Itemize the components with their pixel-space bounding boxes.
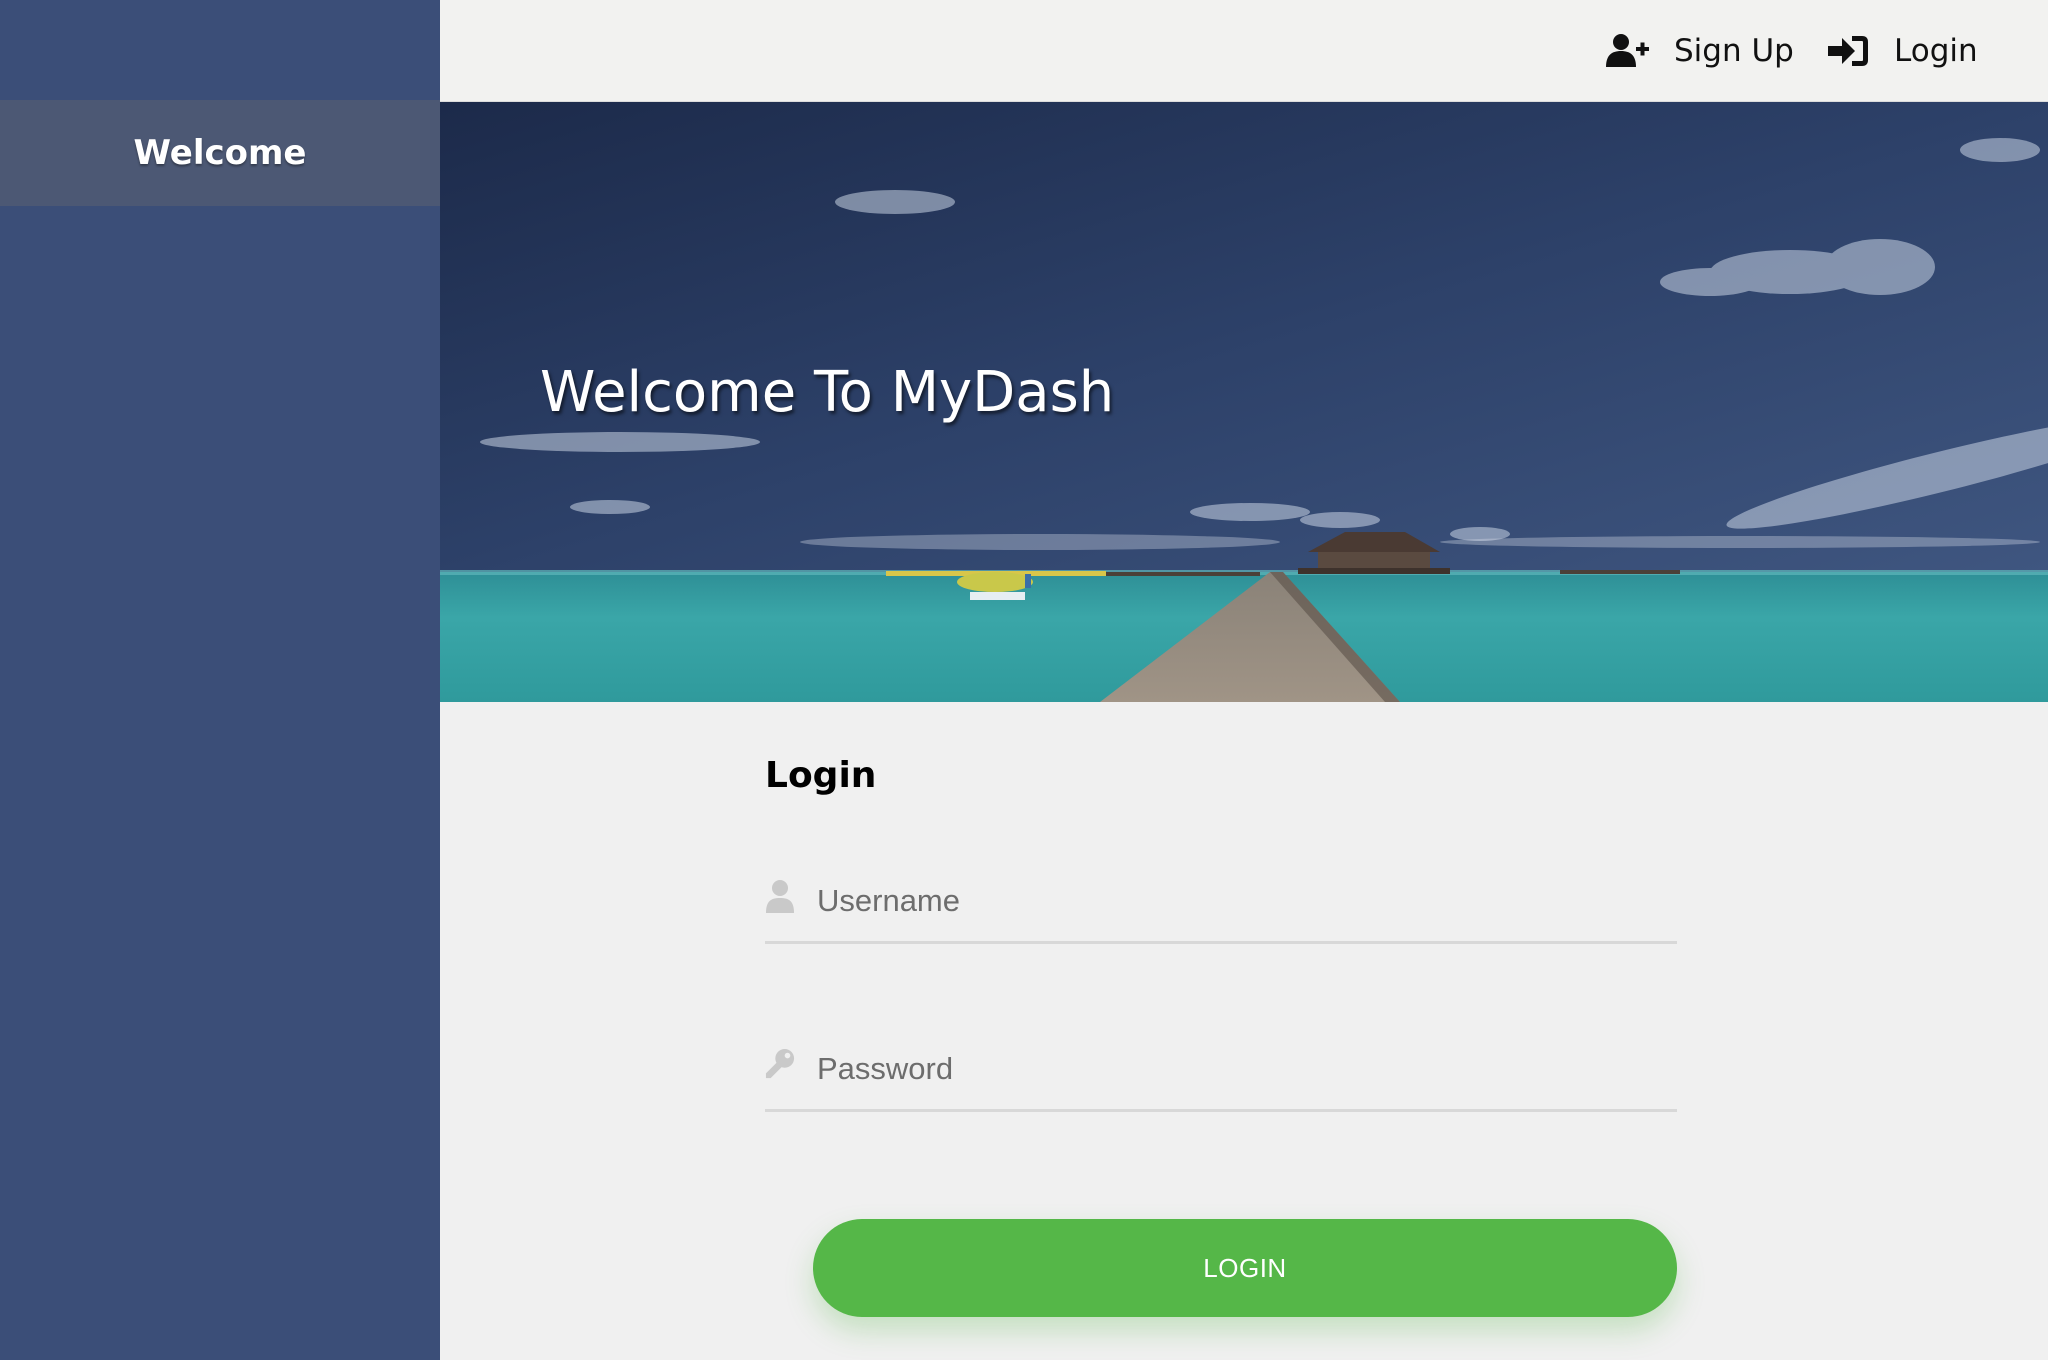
signup-label: Sign Up <box>1674 32 1794 69</box>
username-field <box>765 861 1677 944</box>
app-root: Welcome Sign Up Login Welcome To MyDash … <box>0 0 2048 1360</box>
signup-link[interactable]: Sign Up <box>1606 0 1794 101</box>
password-field <box>765 1029 1677 1112</box>
top-nav-bar: Sign Up Login <box>440 0 2048 103</box>
hero-banner: Welcome To MyDash <box>440 102 2048 702</box>
sign-in-icon <box>1828 35 1868 66</box>
username-input[interactable] <box>817 883 1637 919</box>
user-icon <box>765 876 795 916</box>
login-submit-button[interactable]: LOGIN <box>813 1219 1677 1317</box>
login-nav-label: Login <box>1894 32 1978 69</box>
login-form: Login LOGIN <box>765 755 1677 1317</box>
login-link[interactable]: Login <box>1826 0 1978 101</box>
login-heading: Login <box>765 755 877 796</box>
sidebar: Welcome <box>0 0 440 1360</box>
password-input[interactable] <box>817 1051 1637 1087</box>
user-plus-icon <box>1606 33 1649 67</box>
hero-title: Welcome To MyDash <box>540 360 1115 425</box>
sidebar-item-label: Welcome <box>133 133 307 173</box>
key-icon <box>765 1044 795 1084</box>
sidebar-item-welcome[interactable]: Welcome <box>0 100 440 206</box>
